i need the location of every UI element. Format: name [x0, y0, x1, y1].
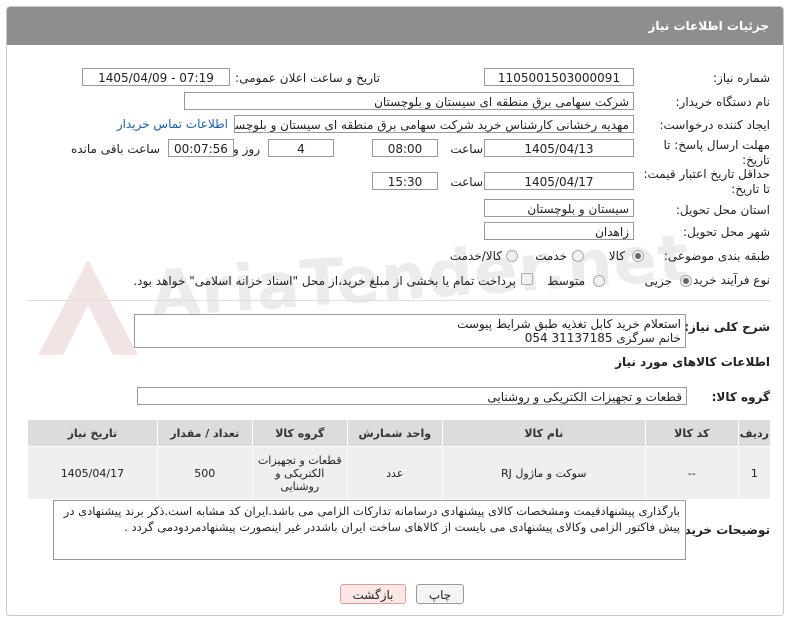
process-radio-medium[interactable] [593, 275, 605, 287]
row-date: 1405/04/17 [27, 446, 158, 500]
delivery-city-field: زاهدان [484, 222, 634, 240]
remaining-label: ساعت باقی مانده [70, 142, 160, 156]
process-option-minor: جزیی [644, 274, 672, 288]
category-radio-goods[interactable] [632, 250, 644, 262]
remaining-time: 00:07:56 [168, 139, 234, 157]
category-radio-service[interactable] [572, 250, 584, 262]
category-option-goods: کالا [608, 249, 625, 263]
buyer-org-field: شرکت سهامی برق منطقه ای سیستان و بلوچستا… [184, 92, 634, 110]
remaining-days: 4 [268, 139, 334, 157]
need-number-label: شماره نیاز: [713, 71, 770, 85]
col-unit: واحد شمارش [346, 419, 443, 447]
delivery-province-label: استان محل تحویل: [675, 203, 770, 217]
price-validity-time-label: ساعت [450, 175, 483, 189]
watermark-logo-icon [38, 260, 138, 355]
category-option-both: کالا/خدمت [449, 249, 502, 263]
row-index: 1 [737, 446, 772, 500]
reply-time-label: ساعت [450, 142, 483, 156]
print-button[interactable]: چاپ [416, 584, 464, 604]
buyer-org-label: نام دستگاه خریدار: [675, 95, 771, 109]
price-validity-date: 1405/04/17 [484, 172, 634, 190]
col-code: کد کالا [644, 419, 739, 447]
delivery-province-field: سیستان و بلوچستان [484, 199, 634, 217]
buyer-contact-link[interactable]: اطلاعات تماس خریدار [117, 117, 228, 131]
goods-group-label: گروه کالا: [711, 390, 770, 404]
announce-datetime-label: تاریخ و ساعت اعلان عمومی: [235, 71, 380, 85]
panel-header: جزئیات اطلاعات نیاز [7, 7, 783, 45]
row-group: قطعات و تجهیزات الکتریکی و روشنایی [251, 446, 348, 500]
row-qty: 500 [156, 446, 253, 500]
process-type-label: نوع فرآیند خرید : [685, 273, 770, 287]
price-validity-label: حداقل تاریخ اعتبار قیمت: تا تاریخ: [643, 167, 770, 196]
days-label: روز و [233, 142, 260, 156]
reply-deadline-date: 1405/04/13 [484, 139, 634, 157]
requester-label: ایجاد کننده درخواست: [659, 118, 770, 132]
description-line-1: استعلام خرید کابل تغذیه طبق شرایط پیوست [457, 317, 681, 331]
treasury-checkbox[interactable] [521, 273, 533, 285]
category-radio-both[interactable] [506, 250, 518, 262]
treasury-note: پرداخت تمام یا بخشی از مبلغ خرید،از محل … [133, 274, 516, 288]
row-code: -- [644, 446, 739, 500]
category-label: طبقه بندی موضوعی: [663, 249, 770, 263]
requester-field: مهدیه رخشانی کارشناس خرید شرکت سهامی برق… [234, 115, 634, 133]
need-number-field: 1105001503000091 [484, 68, 634, 86]
col-index: ردیف [737, 419, 772, 447]
table-row: 1 -- سوکت و ماژول RJ عدد قطعات و تجهیزات… [27, 446, 772, 500]
description-textarea[interactable]: استعلام خرید کابل تغذیه طبق شرایط پیوست … [134, 314, 686, 348]
category-option-service: خدمت [535, 249, 567, 263]
delivery-city-label: شهر محل تحویل: [683, 225, 770, 239]
buyer-notes-textarea[interactable]: بارگذاری پیشنهادقیمت ومشخصات کالای پیشنه… [53, 500, 686, 560]
process-radio-minor[interactable] [680, 275, 692, 287]
col-group: گروه کالا [251, 419, 348, 447]
col-date: تاریخ نیاز [27, 419, 158, 447]
goods-section-title: اطلاعات کالاهای مورد نیاز [615, 355, 770, 369]
reply-deadline-label: مهلت ارسال پاسخ: تا تاریخ: [663, 138, 770, 167]
row-name: سوکت و ماژول RJ [441, 446, 646, 500]
row-unit: عدد [346, 446, 443, 500]
description-line-2: خانم سرگزی 31137185 054 [524, 331, 681, 345]
goods-table-header: ردیف کد کالا نام کالا واحد شمارش گروه کا… [27, 419, 772, 447]
col-name: نام کالا [441, 419, 646, 447]
col-qty: تعداد / مقدار [156, 419, 253, 447]
description-label: شرح کلی نیاز: [684, 320, 770, 334]
goods-group-field: قطعات و تجهیزات الکتریکی و روشنایی [137, 387, 687, 405]
announce-datetime-field: 1405/04/09 - 07:19 [82, 68, 230, 86]
price-validity-time: 15:30 [372, 172, 438, 190]
reply-deadline-time: 08:00 [372, 139, 438, 157]
back-button[interactable]: بازگشت [340, 584, 406, 604]
buyer-notes-text: بارگذاری پیشنهادقیمت ومشخصات کالای پیشنه… [63, 504, 680, 534]
page-title: جزئیات اطلاعات نیاز [648, 19, 769, 33]
divider [27, 300, 771, 301]
goods-table: ردیف کد کالا نام کالا واحد شمارش گروه کا… [27, 419, 772, 500]
process-option-medium: متوسط [547, 274, 585, 288]
